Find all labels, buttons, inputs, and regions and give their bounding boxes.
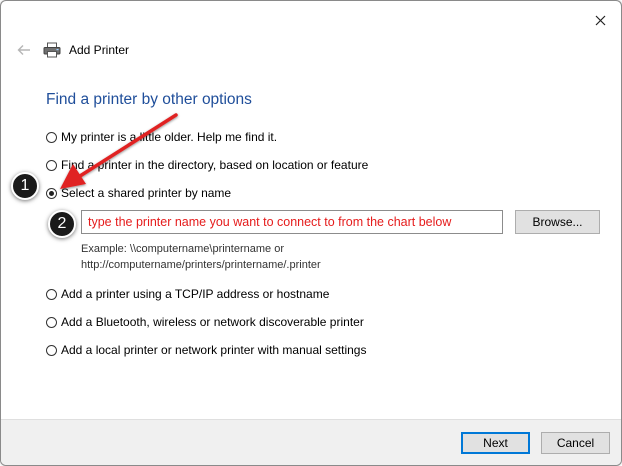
option-older-printer[interactable]: My printer is a little older. Help me fi… [46, 130, 277, 144]
page-heading: Find a printer by other options [46, 91, 252, 108]
example-text-line-2: http://computername/printers/printername… [81, 259, 321, 271]
option-local-printer[interactable]: Add a local printer or network printer w… [46, 343, 366, 357]
shared-printer-name-value: type the printer name you want to connec… [88, 215, 452, 229]
option-shared-printer-by-name[interactable]: Select a shared printer by name [46, 186, 231, 200]
dialog-footer: Next Cancel [1, 419, 621, 465]
radio-shared-printer-by-name[interactable] [46, 187, 57, 199]
option-tcpip-address[interactable]: Add a printer using a TCP/IP address or … [46, 287, 329, 301]
close-icon [595, 15, 605, 25]
option-label: Add a printer using a TCP/IP address or … [61, 287, 330, 301]
cancel-button[interactable]: Cancel [541, 432, 610, 454]
option-label: Find a printer in the directory, based o… [61, 158, 369, 172]
next-button[interactable]: Next [461, 432, 530, 454]
option-find-in-directory[interactable]: Find a printer in the directory, based o… [46, 158, 368, 172]
add-printer-dialog: Add Printer Find a printer by other opti… [0, 0, 622, 466]
printer-icon [43, 41, 61, 59]
window-title: Add Printer [69, 43, 130, 57]
option-label: Add a local printer or network printer w… [61, 343, 367, 357]
radio-older-printer[interactable] [46, 131, 57, 143]
shared-printer-name-input[interactable]: type the printer name you want to connec… [81, 210, 503, 234]
option-label: Add a Bluetooth, wireless or network dis… [61, 315, 364, 329]
back-button[interactable] [15, 41, 33, 59]
option-label: Select a shared printer by name [61, 186, 232, 200]
radio-bluetooth-wireless[interactable] [46, 316, 57, 328]
back-arrow-icon [17, 45, 30, 55]
option-bluetooth-wireless[interactable]: Add a Bluetooth, wireless or network dis… [46, 315, 364, 329]
callout-step-2: 2 [48, 210, 76, 238]
close-button[interactable] [589, 9, 611, 31]
option-label: My printer is a little older. Help me fi… [61, 130, 278, 144]
browse-button[interactable]: Browse... [515, 210, 600, 234]
radio-tcpip-address[interactable] [46, 288, 57, 300]
callout-step-1: 1 [11, 172, 39, 200]
radio-local-printer[interactable] [46, 344, 57, 356]
example-text-line-1: Example: \\computername\printername or [81, 243, 284, 255]
radio-find-in-directory[interactable] [46, 159, 57, 171]
dialog-header: Add Printer [15, 37, 129, 63]
